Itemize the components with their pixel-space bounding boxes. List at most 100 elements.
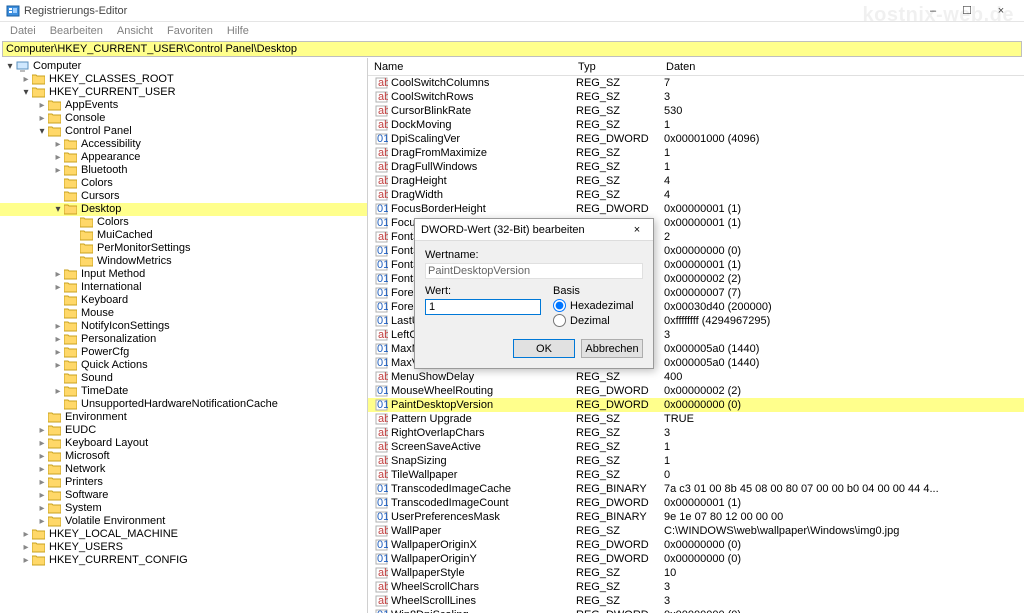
radio-hex[interactable]: Hexadezimal (553, 299, 643, 312)
tree-node[interactable]: ▸Microsoft (0, 450, 367, 463)
value-row[interactable]: 011WallpaperOriginXREG_DWORD0x00000000 (… (368, 538, 1024, 552)
tree-node[interactable]: ▸Input Method (0, 268, 367, 281)
value-row[interactable]: abWallpaperStyleREG_SZ10 (368, 566, 1024, 580)
value-row[interactable]: abWheelScrollLinesREG_SZ3 (368, 594, 1024, 608)
caret-right-icon[interactable]: ▸ (36, 99, 48, 112)
caret-right-icon[interactable]: ▸ (36, 502, 48, 515)
value-row[interactable]: 011TranscodedImageCountREG_DWORD0x000000… (368, 496, 1024, 510)
tree-node[interactable]: ▸Printers (0, 476, 367, 489)
value-row[interactable]: abDragFromMaximizeREG_SZ1 (368, 146, 1024, 160)
caret-right-icon[interactable]: ▸ (36, 515, 48, 528)
value-row[interactable]: abDragFullWindowsREG_SZ1 (368, 160, 1024, 174)
tree-node[interactable]: UnsupportedHardwareNotificationCache (0, 398, 367, 411)
tree-node[interactable]: ▾Desktop (0, 203, 367, 216)
menu-ansicht[interactable]: Ansicht (111, 25, 159, 37)
value-row[interactable]: abWheelScrollCharsREG_SZ3 (368, 580, 1024, 594)
caret-right-icon[interactable]: ▸ (36, 463, 48, 476)
tree-node[interactable]: ▸TimeDate (0, 385, 367, 398)
tree-node[interactable]: ▸International (0, 281, 367, 294)
caret-right-icon[interactable]: ▸ (52, 281, 64, 294)
tree-node[interactable]: ▸NotifyIconSettings (0, 320, 367, 333)
caret-right-icon[interactable]: ▸ (52, 359, 64, 372)
maximize-button[interactable]: ☐ (950, 1, 984, 21)
value-row[interactable]: abDragWidthREG_SZ4 (368, 188, 1024, 202)
caret-right-icon[interactable]: ▸ (36, 450, 48, 463)
value-row[interactable]: 011WallpaperOriginYREG_DWORD0x00000000 (… (368, 552, 1024, 566)
caret-right-icon[interactable]: ▸ (52, 138, 64, 151)
value-row[interactable]: abDockMovingREG_SZ1 (368, 118, 1024, 132)
tree-node[interactable]: Colors (0, 177, 367, 190)
cancel-button[interactable]: Abbrechen (581, 339, 643, 358)
caret-right-icon[interactable]: ▸ (52, 333, 64, 346)
tree-node[interactable]: ▸PowerCfg (0, 346, 367, 359)
tree-node[interactable]: ▸Bluetooth (0, 164, 367, 177)
value-row[interactable]: abCoolSwitchColumnsREG_SZ7 (368, 76, 1024, 90)
caret-down-icon[interactable]: ▾ (4, 60, 16, 73)
caret-right-icon[interactable]: ▸ (36, 489, 48, 502)
tree-node[interactable]: Cursors (0, 190, 367, 203)
value-row[interactable]: 011MouseWheelRoutingREG_DWORD0x00000002 … (368, 384, 1024, 398)
caret-right-icon[interactable]: ▸ (52, 151, 64, 164)
tree-node[interactable]: Mouse (0, 307, 367, 320)
tree-node[interactable]: ▸Appearance (0, 151, 367, 164)
tree-node[interactable]: ▾Control Panel (0, 125, 367, 138)
tree-node[interactable]: ▾HKEY_CURRENT_USER (0, 86, 367, 99)
caret-right-icon[interactable]: ▸ (20, 541, 32, 554)
address-bar[interactable]: Computer\HKEY_CURRENT_USER\Control Panel… (2, 41, 1022, 57)
tree-node[interactable]: ▸Console (0, 112, 367, 125)
value-row[interactable]: 011FocusBorderHeightREG_DWORD0x00000001 … (368, 202, 1024, 216)
tree-node[interactable]: ▸Network (0, 463, 367, 476)
value-row[interactable]: 011Win8DpiScalingREG_DWORD0x00000000 (0) (368, 608, 1024, 613)
tree-node[interactable]: WindowMetrics (0, 255, 367, 268)
caret-right-icon[interactable]: ▸ (36, 112, 48, 125)
menu-bearbeiten[interactable]: Bearbeiten (44, 25, 109, 37)
menu-datei[interactable]: Datei (4, 25, 42, 37)
value-row[interactable]: abCursorBlinkRateREG_SZ530 (368, 104, 1024, 118)
col-name[interactable]: Name (368, 61, 572, 73)
value-row[interactable]: abTileWallpaperREG_SZ0 (368, 468, 1024, 482)
caret-right-icon[interactable]: ▸ (52, 320, 64, 333)
tree-node[interactable]: ▸Accessibility (0, 138, 367, 151)
ok-button[interactable]: OK (513, 339, 575, 358)
tree-node[interactable]: Colors (0, 216, 367, 229)
caret-right-icon[interactable]: ▸ (20, 554, 32, 567)
tree-node[interactable]: ▸Personalization (0, 333, 367, 346)
value-row[interactable]: abWallPaperREG_SZC:\WINDOWS\web\wallpape… (368, 524, 1024, 538)
tree-node[interactable]: ▸Quick Actions (0, 359, 367, 372)
col-data[interactable]: Daten (660, 61, 1024, 73)
caret-right-icon[interactable]: ▸ (20, 528, 32, 541)
dialog-close-icon[interactable]: × (627, 224, 647, 236)
caret-right-icon[interactable]: ▸ (52, 268, 64, 281)
wert-input[interactable] (425, 299, 541, 315)
tree-node[interactable]: ▸Keyboard Layout (0, 437, 367, 450)
caret-down-icon[interactable]: ▾ (20, 86, 32, 99)
caret-right-icon[interactable]: ▸ (36, 424, 48, 437)
value-row[interactable]: 011PaintDesktopVersionREG_DWORD0x0000000… (368, 398, 1024, 412)
tree-node[interactable]: ▾Computer (0, 60, 367, 73)
caret-right-icon[interactable]: ▸ (52, 385, 64, 398)
value-row[interactable]: abScreenSaveActiveREG_SZ1 (368, 440, 1024, 454)
minimize-button[interactable]: – (916, 1, 950, 21)
caret-right-icon[interactable]: ▸ (36, 476, 48, 489)
value-row[interactable]: abDragHeightREG_SZ4 (368, 174, 1024, 188)
value-row[interactable]: abPattern UpgradeREG_SZTRUE (368, 412, 1024, 426)
tree-node[interactable]: Environment (0, 411, 367, 424)
tree-node[interactable]: ▸HKEY_CLASSES_ROOT (0, 73, 367, 86)
radio-dec[interactable]: Dezimal (553, 314, 643, 327)
tree-node[interactable]: ▸HKEY_CURRENT_CONFIG (0, 554, 367, 567)
tree-node[interactable]: Sound (0, 372, 367, 385)
tree-node[interactable]: ▸Volatile Environment (0, 515, 367, 528)
value-row[interactable]: abMenuShowDelayREG_SZ400 (368, 370, 1024, 384)
caret-right-icon[interactable]: ▸ (36, 437, 48, 450)
tree-node[interactable]: ▸System (0, 502, 367, 515)
value-row[interactable]: abSnapSizingREG_SZ1 (368, 454, 1024, 468)
caret-right-icon[interactable]: ▸ (20, 73, 32, 86)
caret-right-icon[interactable]: ▸ (52, 346, 64, 359)
value-row[interactable]: abCoolSwitchRowsREG_SZ3 (368, 90, 1024, 104)
tree-node[interactable]: MuiCached (0, 229, 367, 242)
caret-down-icon[interactable]: ▾ (36, 125, 48, 138)
tree-node[interactable]: ▸EUDC (0, 424, 367, 437)
tree-node[interactable]: ▸HKEY_LOCAL_MACHINE (0, 528, 367, 541)
tree-view[interactable]: ▾Computer▸HKEY_CLASSES_ROOT▾HKEY_CURRENT… (0, 58, 368, 613)
tree-node[interactable]: Keyboard (0, 294, 367, 307)
